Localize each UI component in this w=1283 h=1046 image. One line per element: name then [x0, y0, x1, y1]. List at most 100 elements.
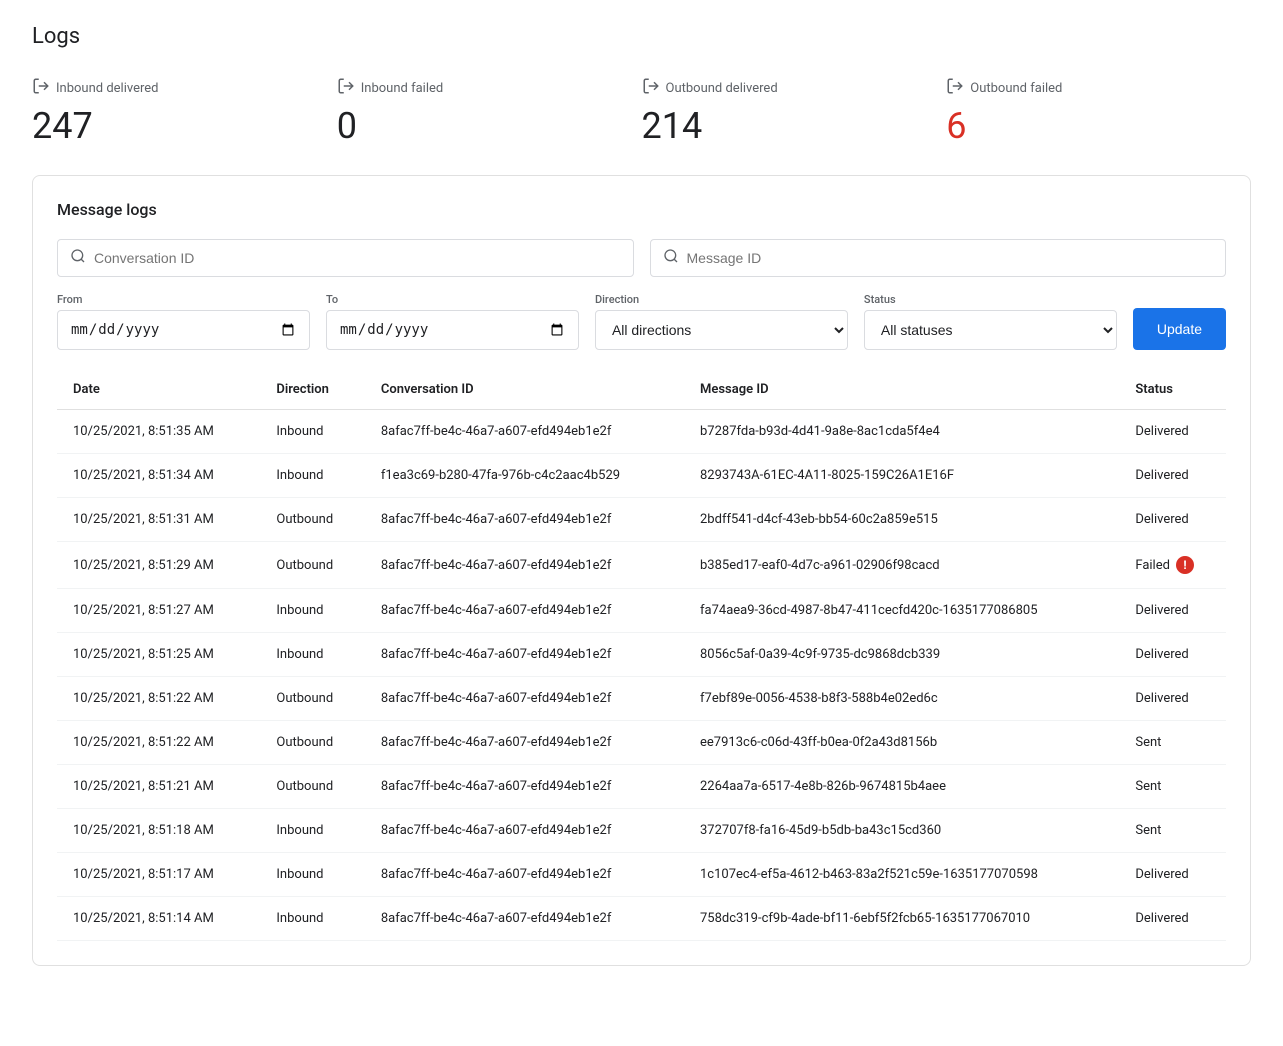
- cell-8-2: 8afac7ff-be4c-46a7-a607-efd494eb1e2f: [365, 765, 684, 809]
- stat-label-text-inbound-delivered: Inbound delivered: [56, 81, 159, 96]
- status-select[interactable]: All statusesDeliveredFailedSent: [864, 310, 1117, 350]
- cell-9-2: 8afac7ff-be4c-46a7-a607-efd494eb1e2f: [365, 809, 684, 853]
- table-row[interactable]: 10/25/2021, 8:51:17 AMInbound8afac7ff-be…: [57, 853, 1226, 897]
- card-title: Message logs: [57, 200, 1226, 219]
- logs-table: DateDirectionConversation IDMessage IDSt…: [57, 370, 1226, 941]
- stat-inbound-failed: Inbound failed 0: [337, 77, 642, 147]
- cell-10-3: 1c107ec4-ef5a-4612-b463-83a2f521c59e-163…: [684, 853, 1119, 897]
- failed-icon: !: [1176, 556, 1194, 574]
- conversation-search-icon: [70, 248, 86, 268]
- message-logs-card: Message logs From To: [32, 175, 1251, 966]
- cell-0-3: b7287fda-b93d-4d41-9a8e-8ac1cda5f4e4: [684, 410, 1119, 454]
- cell-status-9: Sent: [1119, 809, 1226, 853]
- cell-10-0: 10/25/2021, 8:51:17 AM: [57, 853, 260, 897]
- table-header-message-id: Message ID: [684, 370, 1119, 410]
- cell-status-0: Delivered: [1119, 410, 1226, 454]
- cell-1-0: 10/25/2021, 8:51:34 AM: [57, 454, 260, 498]
- cell-6-1: Outbound: [260, 677, 364, 721]
- direction-select[interactable]: All directionsInboundOutbound: [595, 310, 848, 350]
- message-id-input[interactable]: [687, 250, 1214, 266]
- stat-value-outbound-delivered: 214: [642, 105, 947, 147]
- page-container: Logs Inbound delivered 247: [0, 0, 1283, 990]
- table-row[interactable]: 10/25/2021, 8:51:35 AMInbound8afac7ff-be…: [57, 410, 1226, 454]
- cell-4-3: fa74aea9-36cd-4987-8b47-411cecfd420c-163…: [684, 589, 1119, 633]
- page-title: Logs: [32, 24, 1251, 49]
- cell-0-2: 8afac7ff-be4c-46a7-a607-efd494eb1e2f: [365, 410, 684, 454]
- cell-5-0: 10/25/2021, 8:51:25 AM: [57, 633, 260, 677]
- stat-value-inbound-failed: 0: [337, 105, 642, 147]
- cell-8-1: Outbound: [260, 765, 364, 809]
- from-date-input[interactable]: [57, 310, 310, 350]
- cell-status-2: Delivered: [1119, 498, 1226, 542]
- cell-status-7: Sent: [1119, 721, 1226, 765]
- table-row[interactable]: 10/25/2021, 8:51:29 AMOutbound8afac7ff-b…: [57, 542, 1226, 589]
- table-row[interactable]: 10/25/2021, 8:51:22 AMOutbound8afac7ff-b…: [57, 677, 1226, 721]
- table-header-conversation-id: Conversation ID: [365, 370, 684, 410]
- filter-row: From To Direction All directionsInboundO…: [57, 293, 1226, 350]
- search-row: [57, 239, 1226, 277]
- cell-status-4: Delivered: [1119, 589, 1226, 633]
- stat-label-inbound-failed: Inbound failed: [337, 77, 642, 99]
- cell-2-1: Outbound: [260, 498, 364, 542]
- stat-icon-outbound-failed: [946, 77, 964, 99]
- stat-inbound-delivered: Inbound delivered 247: [32, 77, 337, 147]
- cell-9-0: 10/25/2021, 8:51:18 AM: [57, 809, 260, 853]
- stat-label-text-outbound-delivered: Outbound delivered: [666, 81, 778, 96]
- cell-8-3: 2264aa7a-6517-4e8b-826b-9674815b4aee: [684, 765, 1119, 809]
- stat-value-inbound-delivered: 247: [32, 105, 337, 147]
- cell-status-5: Delivered: [1119, 633, 1226, 677]
- stat-value-outbound-failed: 6: [946, 105, 1251, 147]
- cell-7-0: 10/25/2021, 8:51:22 AM: [57, 721, 260, 765]
- table-header-date: Date: [57, 370, 260, 410]
- update-button[interactable]: Update: [1133, 308, 1226, 350]
- from-label: From: [57, 293, 310, 306]
- cell-5-2: 8afac7ff-be4c-46a7-a607-efd494eb1e2f: [365, 633, 684, 677]
- message-search-icon: [663, 248, 679, 268]
- cell-4-0: 10/25/2021, 8:51:27 AM: [57, 589, 260, 633]
- conversation-id-input[interactable]: [94, 250, 621, 266]
- status-failed: Failed !: [1135, 556, 1210, 574]
- cell-10-1: Inbound: [260, 853, 364, 897]
- cell-status-1: Delivered: [1119, 454, 1226, 498]
- table-row[interactable]: 10/25/2021, 8:51:21 AMOutbound8afac7ff-b…: [57, 765, 1226, 809]
- status-label: Status: [864, 293, 1117, 306]
- stat-label-outbound-delivered: Outbound delivered: [642, 77, 947, 99]
- to-date-field: To: [326, 293, 579, 350]
- stat-outbound-delivered: Outbound delivered 214: [642, 77, 947, 147]
- table-row[interactable]: 10/25/2021, 8:51:22 AMOutbound8afac7ff-b…: [57, 721, 1226, 765]
- cell-10-2: 8afac7ff-be4c-46a7-a607-efd494eb1e2f: [365, 853, 684, 897]
- table-header-direction: Direction: [260, 370, 364, 410]
- table-row[interactable]: 10/25/2021, 8:51:18 AMInbound8afac7ff-be…: [57, 809, 1226, 853]
- cell-3-3: b385ed17-eaf0-4d7c-a961-02906f98cacd: [684, 542, 1119, 589]
- cell-7-1: Outbound: [260, 721, 364, 765]
- stat-label-text-inbound-failed: Inbound failed: [361, 81, 443, 96]
- table-row[interactable]: 10/25/2021, 8:51:14 AMInbound8afac7ff-be…: [57, 897, 1226, 941]
- cell-4-1: Inbound: [260, 589, 364, 633]
- cell-2-3: 2bdff541-d4cf-43eb-bb54-60c2a859e515: [684, 498, 1119, 542]
- stat-icon-inbound-delivered: [32, 77, 50, 99]
- message-search-box: [650, 239, 1227, 277]
- status-field: Status All statusesDeliveredFailedSent: [864, 293, 1117, 350]
- to-date-input[interactable]: [326, 310, 579, 350]
- cell-2-0: 10/25/2021, 8:51:31 AM: [57, 498, 260, 542]
- cell-9-3: 372707f8-fa16-45d9-b5db-ba43c15cd360: [684, 809, 1119, 853]
- cell-status-8: Sent: [1119, 765, 1226, 809]
- stat-outbound-failed: Outbound failed 6: [946, 77, 1251, 147]
- cell-6-2: 8afac7ff-be4c-46a7-a607-efd494eb1e2f: [365, 677, 684, 721]
- table-header-status: Status: [1119, 370, 1226, 410]
- cell-6-3: f7ebf89e-0056-4538-b8f3-588b4e02ed6c: [684, 677, 1119, 721]
- direction-field: Direction All directionsInboundOutbound: [595, 293, 848, 350]
- cell-0-0: 10/25/2021, 8:51:35 AM: [57, 410, 260, 454]
- cell-0-1: Inbound: [260, 410, 364, 454]
- cell-5-3: 8056c5af-0a39-4c9f-9735-dc9868dcb339: [684, 633, 1119, 677]
- cell-11-1: Inbound: [260, 897, 364, 941]
- cell-3-1: Outbound: [260, 542, 364, 589]
- cell-6-0: 10/25/2021, 8:51:22 AM: [57, 677, 260, 721]
- table-row[interactable]: 10/25/2021, 8:51:27 AMInbound8afac7ff-be…: [57, 589, 1226, 633]
- table-row[interactable]: 10/25/2021, 8:51:25 AMInbound8afac7ff-be…: [57, 633, 1226, 677]
- stat-icon-outbound-delivered: [642, 77, 660, 99]
- table-row[interactable]: 10/25/2021, 8:51:34 AMInboundf1ea3c69-b2…: [57, 454, 1226, 498]
- cell-7-3: ee7913c6-c06d-43ff-b0ea-0f2a43d8156b: [684, 721, 1119, 765]
- table-row[interactable]: 10/25/2021, 8:51:31 AMOutbound8afac7ff-b…: [57, 498, 1226, 542]
- direction-label: Direction: [595, 293, 848, 306]
